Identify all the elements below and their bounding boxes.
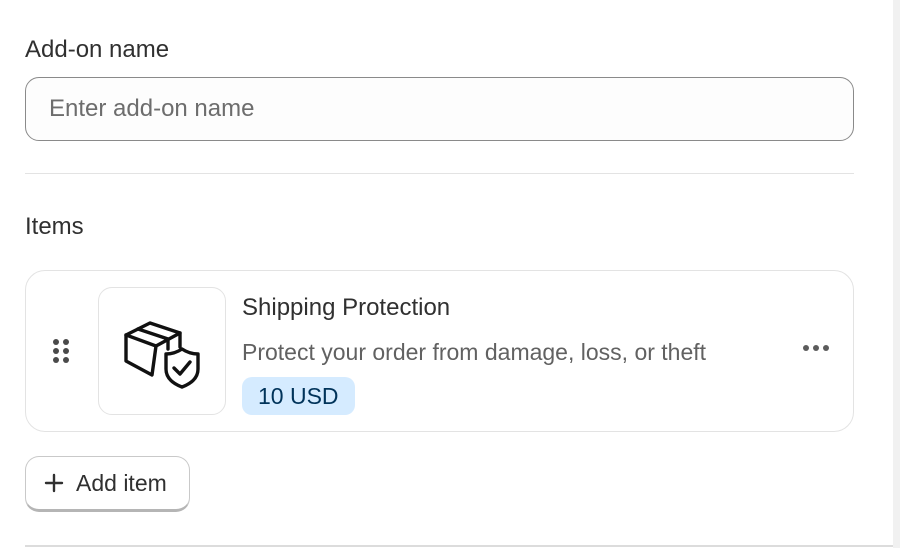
add-item-label: Add item	[76, 469, 167, 496]
addon-name-label: Add-on name	[25, 36, 170, 63]
section-divider	[25, 173, 854, 174]
item-description: Protect your order from damage, loss, or…	[242, 339, 707, 365]
drag-handle-icon[interactable]	[53, 339, 69, 365]
more-options-icon[interactable]	[796, 335, 836, 361]
add-item-button[interactable]: Add item	[25, 456, 190, 512]
item-thumbnail	[98, 287, 226, 415]
addon-form-panel: Add-on name Items Shipping Protection Pr…	[0, 0, 893, 548]
items-section-title: Items	[25, 213, 84, 240]
plus-icon	[44, 473, 64, 493]
bottom-divider	[25, 545, 893, 547]
scrollbar-track[interactable]	[893, 0, 900, 548]
package-shield-icon	[124, 321, 200, 389]
item-title: Shipping Protection	[242, 294, 451, 321]
addon-name-input[interactable]	[25, 77, 854, 141]
price-badge: 10 USD	[242, 377, 355, 415]
item-card: Shipping Protection Protect your order f…	[25, 270, 854, 432]
